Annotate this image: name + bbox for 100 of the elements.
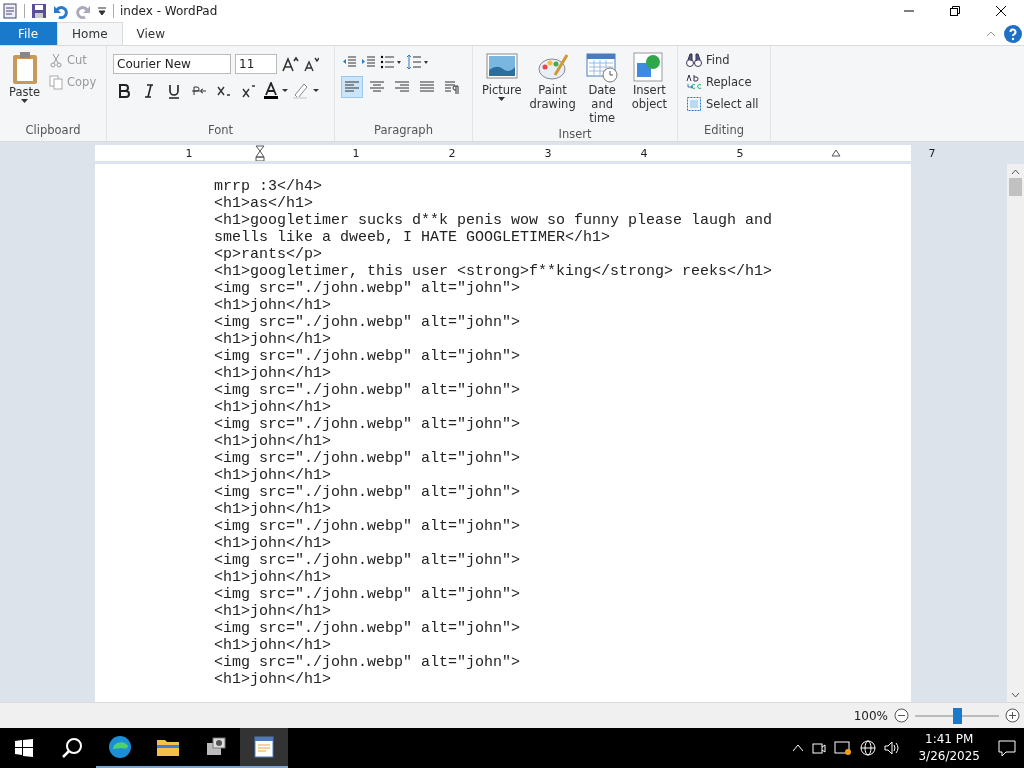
align-right-icon xyxy=(394,79,410,95)
document-line: <img src="./john.webp" alt="john"> xyxy=(214,382,522,399)
shrink-font-icon[interactable] xyxy=(303,56,319,72)
increase-indent-icon[interactable] xyxy=(360,54,376,70)
undo-icon[interactable] xyxy=(53,3,69,19)
document-line: <img src="./john.webp" alt="john"> xyxy=(214,348,522,365)
document-line: <h1>googletimer, this user <strong>f**king</strong> reeks</h1> xyxy=(214,263,774,280)
document-line: <h1>john</h1> xyxy=(214,467,333,484)
decrease-indent-icon[interactable] xyxy=(341,54,357,70)
zoom-in-icon[interactable] xyxy=(1005,708,1020,723)
document-line: <img src="./john.webp" alt="john"> xyxy=(214,314,522,331)
replace-icon xyxy=(686,74,702,90)
zoom-level: 100% xyxy=(853,708,888,723)
justify-icon xyxy=(419,79,435,95)
zoom-out-icon[interactable] xyxy=(894,708,909,723)
margin-marker-icon xyxy=(831,149,841,157)
ruler-number: 2 xyxy=(448,146,456,160)
font-size-combo[interactable]: 11 xyxy=(235,54,277,74)
copy-icon xyxy=(49,74,64,90)
document-line: <h1>john</h1> xyxy=(214,569,333,586)
document-line: <img src="./john.webp" alt="john"> xyxy=(214,484,522,501)
group-label: Editing xyxy=(702,123,746,139)
notifications-icon[interactable] xyxy=(998,739,1016,757)
document-line: <p>rants</p> xyxy=(214,246,324,263)
document-line: <h1>john</h1> xyxy=(214,671,333,688)
ruler-number: 7 xyxy=(928,146,936,160)
clock-time: 1:41 PM xyxy=(925,731,974,748)
chevron-up-icon[interactable] xyxy=(792,744,805,752)
globe-icon[interactable] xyxy=(860,740,877,756)
calendar-clock-icon xyxy=(586,51,619,83)
scroll-up-icon[interactable] xyxy=(1011,169,1020,175)
insert-picture-button[interactable]: Picture xyxy=(479,49,525,127)
taskbar-app-button[interactable] xyxy=(240,728,288,768)
document-line: mrrp :3</h4> xyxy=(214,178,324,195)
document-line: <h1>john</h1> xyxy=(214,501,333,518)
insert-date-button[interactable]: Date and time xyxy=(580,49,624,127)
align-left-button[interactable] xyxy=(341,76,363,98)
scroll-down-icon[interactable] xyxy=(1011,692,1020,698)
document-line: <h1>john</h1> xyxy=(214,637,333,654)
close-icon xyxy=(996,6,1006,16)
insert-paint-button[interactable]: Paint drawing xyxy=(528,49,577,127)
document-line: <img src="./john.webp" alt="john"> xyxy=(214,518,522,535)
document-line: <h1>john</h1> xyxy=(214,603,333,620)
document-line: <h1>john</h1> xyxy=(214,331,333,348)
document-line: <h1>john</h1> xyxy=(214,433,333,450)
object-icon xyxy=(633,51,666,83)
group-label: Clipboard xyxy=(24,123,82,139)
bullet-list-icon[interactable] xyxy=(379,54,403,70)
windows-logo-icon xyxy=(15,739,33,757)
speaker-icon[interactable] xyxy=(884,741,901,755)
document-line: <h1>as</h1> xyxy=(214,195,315,212)
ribbon-tab[interactable]: Home xyxy=(57,22,123,45)
group-label: Paragraph xyxy=(373,123,434,139)
document-line: smells like a dweeb, I HATE GOOGLETIMER</h1> xyxy=(214,229,612,246)
window-title: index - WordPad xyxy=(120,4,218,18)
line-spacing-icon[interactable] xyxy=(406,54,430,70)
align-left-icon xyxy=(344,79,360,95)
insert-object-button[interactable]: Insert object xyxy=(627,49,671,127)
ruler-number: 1 xyxy=(185,146,193,160)
restore-icon xyxy=(950,6,960,16)
document-icon[interactable] xyxy=(2,3,18,19)
paragraph-icon xyxy=(444,79,460,95)
select-all-icon xyxy=(686,96,702,112)
selectall-button[interactable]: Select all xyxy=(684,93,761,115)
text-color-icon[interactable] xyxy=(263,82,289,100)
document-line: <img src="./john.webp" alt="john"> xyxy=(214,654,522,671)
camera-icon[interactable] xyxy=(812,741,827,755)
help-icon[interactable] xyxy=(1004,24,1022,43)
search-icon xyxy=(61,737,83,759)
document-line: <img src="./john.webp" alt="john"> xyxy=(214,586,522,603)
ruler-number: 1 xyxy=(352,146,360,160)
document-line: <h1>john</h1> xyxy=(214,365,333,382)
file-menu-tab[interactable]: File xyxy=(0,22,58,45)
grow-font-icon[interactable] xyxy=(281,56,299,72)
font-family-combo[interactable]: Courier New xyxy=(113,54,231,74)
ruler-number: 4 xyxy=(640,146,648,160)
document-line: <img src="./john.webp" alt="john"> xyxy=(214,552,522,569)
save-icon[interactable] xyxy=(31,3,47,19)
paste-button[interactable]: Paste xyxy=(6,49,44,123)
collapse-ribbon-icon[interactable] xyxy=(986,29,996,38)
browser-icon xyxy=(108,735,132,759)
bold-icon xyxy=(116,83,132,99)
document-page[interactable] xyxy=(95,164,911,702)
wordpad-icon xyxy=(252,735,276,759)
ruler-number: 3 xyxy=(544,146,552,160)
group-label: Insert xyxy=(557,127,593,141)
document-line: <img src="./john.webp" alt="john"> xyxy=(214,280,522,297)
group-label: Font xyxy=(206,123,234,139)
customize-caret-icon[interactable] xyxy=(97,6,107,16)
monitor-alert-icon[interactable] xyxy=(834,740,853,756)
zoom-slider-thumb[interactable] xyxy=(953,707,962,724)
clock-date: 3/26/2025 xyxy=(918,748,980,765)
scrollbar-thumb[interactable] xyxy=(1009,178,1022,196)
replace-button[interactable]: Replace xyxy=(684,71,761,93)
caret-icon xyxy=(21,99,28,104)
ruler-number: 5 xyxy=(736,146,744,160)
clipboard-icon xyxy=(10,51,39,85)
document-line: <img src="./john.webp" alt="john"> xyxy=(214,620,522,637)
ribbon-tab[interactable]: View xyxy=(122,22,179,45)
find-button[interactable]: Find xyxy=(684,49,761,71)
